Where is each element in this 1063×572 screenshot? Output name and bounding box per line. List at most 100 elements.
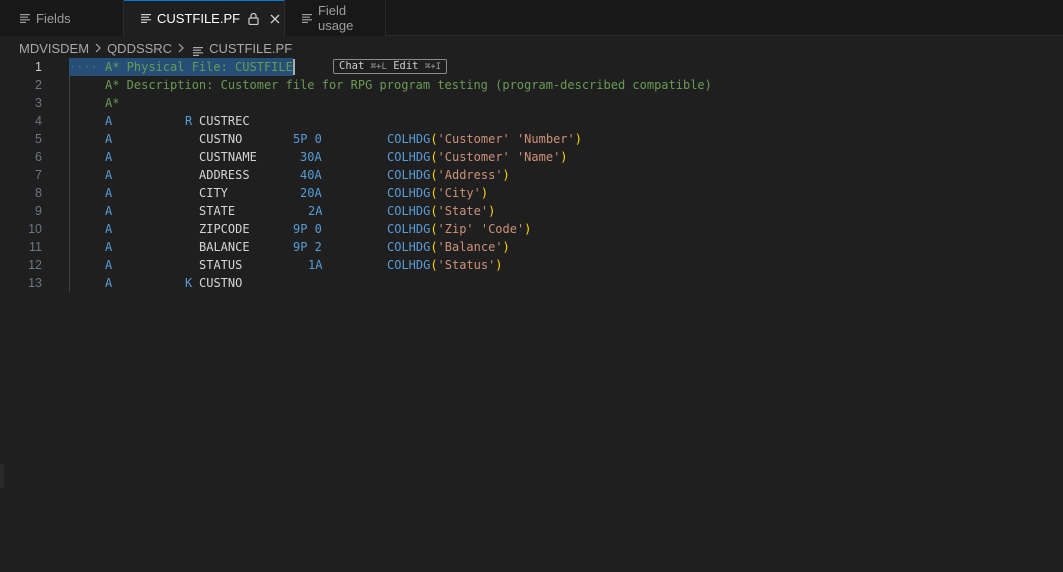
open-paren: (	[430, 258, 438, 272]
hint-chat-label: Chat	[339, 60, 365, 72]
chevron-right-icon	[175, 42, 187, 54]
close-paren: )	[524, 222, 532, 236]
scrollbar-marker	[0, 464, 4, 488]
dds-string-arg: 'State'	[437, 204, 489, 218]
chevron-right-icon	[92, 42, 104, 54]
dds-field-name: ADDRESS	[199, 168, 250, 182]
dds-keyword: COLHDG	[387, 186, 431, 200]
dds-keyword: COLHDG	[387, 150, 431, 164]
code-line: A R CUSTREC	[69, 112, 969, 130]
line-number: 13	[28, 276, 42, 290]
code-line: A CUSTNO 5P 0 COLHDG('Customer' 'Number')	[69, 130, 969, 148]
line-number: 2	[35, 78, 42, 92]
dds-form-type: A	[105, 276, 113, 290]
line-number: 1	[35, 60, 42, 74]
code-line: ···· A* Physical File: CUSTFILE	[69, 58, 969, 76]
line-number: 9	[35, 204, 42, 218]
dds-keyword: COLHDG	[387, 132, 431, 146]
dds-string-arg: 'Balance'	[437, 240, 503, 254]
dds-keyword: COLHDG	[387, 204, 431, 218]
tab-custfile-pf[interactable]: CUSTFILE.PF	[124, 0, 285, 36]
line-number: 4	[35, 114, 42, 128]
dds-keyword: COLHDG	[387, 258, 431, 272]
dds-field-length: 5P 0	[293, 132, 322, 146]
dds-field-name: CUSTNO	[199, 276, 243, 290]
dds-form-type: A	[105, 186, 113, 200]
code-line: A*	[69, 94, 969, 112]
code-line: A CUSTNAME 30A COLHDG('Customer' 'Name')	[69, 148, 969, 166]
tab-field-usage[interactable]: Field usage	[285, 0, 386, 36]
open-paren: (	[430, 168, 438, 182]
dds-keyword: COLHDG	[387, 240, 431, 254]
dds-field-name: CITY	[199, 186, 228, 200]
inline-chat-hint[interactable]: Chat ⌘+L Edit ⌘+I	[333, 59, 448, 74]
breadcrumb-library[interactable]: MDVISDEM	[19, 41, 89, 56]
file-lines-icon	[193, 44, 204, 56]
code-line: A K CUSTNO	[69, 274, 969, 292]
close-paren: )	[488, 204, 496, 218]
tab-fields[interactable]: Fields	[0, 0, 124, 36]
open-paren: (	[430, 186, 438, 200]
dds-form-type: A	[105, 150, 113, 164]
code-editor[interactable]: 1 2 3 4 5 6 7 8 9 10 11 12 13 ···· A* Physical File: …	[0, 58, 1063, 572]
dds-field-length: 9P 2	[293, 240, 322, 254]
dds-field-length: 1A	[308, 258, 323, 272]
dds-name-type: K	[185, 276, 193, 290]
dds-form-type: A	[105, 114, 113, 128]
dds-name-type: R	[185, 114, 193, 128]
close-icon[interactable]	[269, 13, 281, 25]
dds-field-length: 20A	[300, 186, 322, 200]
hint-edit-label: Edit	[393, 60, 419, 72]
dds-string-arg: 'Zip'	[437, 222, 474, 236]
open-paren: (	[430, 132, 438, 146]
tab-label: CUSTFILE.PF	[157, 11, 241, 26]
dds-string-arg: 'Address'	[437, 168, 503, 182]
breadcrumb-source-file[interactable]: QDDSSRC	[107, 41, 172, 56]
dds-form-type: A	[105, 240, 113, 254]
line-number: 6	[35, 150, 42, 164]
line-number: 3	[35, 96, 42, 110]
hint-edit-keys: ⌘+I	[424, 62, 442, 72]
line-number: 10	[28, 222, 42, 236]
dds-form-type: A	[105, 132, 113, 146]
line-number: 12	[28, 258, 42, 272]
breadcrumb-member[interactable]: CUSTFILE.PF	[209, 41, 292, 56]
open-paren: (	[430, 240, 438, 254]
dds-field-name: CUSTNO	[199, 132, 243, 146]
dds-string-arg: 'Customer'	[437, 132, 510, 146]
tab-label: Field usage	[317, 3, 354, 33]
line-number: 11	[29, 240, 42, 254]
close-paren: )	[502, 168, 510, 182]
code-line: A STATE 2A COLHDG('State')	[69, 202, 969, 220]
dds-field-name: CUSTREC	[199, 114, 250, 128]
open-paren: (	[430, 222, 438, 236]
file-lines-icon	[141, 14, 151, 23]
code-comment: A* Description: Customer file for RPG pr…	[105, 78, 712, 92]
dds-form-type: A	[105, 258, 113, 272]
code-line: A ZIPCODE 9P 0 COLHDG('Zip' 'Code')	[69, 220, 969, 238]
breadcrumb: MDVISDEM QDDSSRC CUSTFILE.PF	[19, 40, 292, 56]
code-line: A* Description: Customer file for RPG pr…	[69, 76, 969, 94]
dds-string-arg: 'Status'	[437, 258, 496, 272]
file-lines-icon	[20, 13, 30, 23]
dds-string-arg: 'Code'	[480, 222, 525, 236]
close-paren: )	[502, 240, 510, 254]
open-paren: (	[430, 150, 438, 164]
code-line: A ADDRESS 40A COLHDG('Address')	[69, 166, 969, 184]
code-comment: A* Physical File: CUSTFILE	[105, 60, 293, 74]
dds-field-name: STATUS	[199, 258, 243, 272]
dds-string-arg: 'Number'	[516, 132, 575, 146]
dds-field-length: 2A	[308, 204, 323, 218]
dds-field-name: BALANCE	[199, 240, 250, 254]
dds-string-arg: 'City'	[437, 186, 481, 200]
line-number: 8	[35, 186, 42, 200]
hint-chat-keys: ⌘+L	[370, 62, 387, 72]
dds-field-name: ZIPCODE	[199, 222, 250, 236]
line-number: 5	[35, 132, 42, 146]
editor-tab-bar: Fields CUSTFILE.PF Field usage	[0, 0, 1063, 36]
dds-field-name: CUSTNAME	[199, 150, 257, 164]
close-paren: )	[560, 150, 568, 164]
dds-field-name: STATE	[199, 204, 236, 218]
dds-keyword: COLHDG	[387, 222, 431, 236]
lock-icon	[248, 12, 259, 26]
